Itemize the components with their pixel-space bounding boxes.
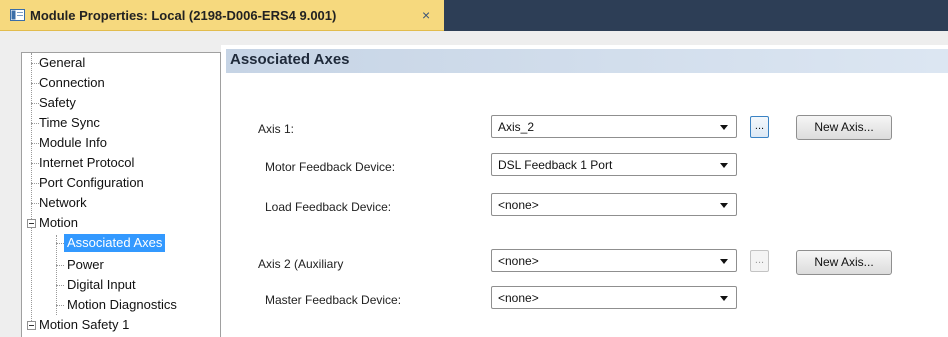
section-title: Associated Axes: [230, 51, 350, 68]
tree-connector: [31, 103, 39, 104]
motor-feedback-label: Motor Feedback Device:: [265, 160, 396, 174]
tree-connector: [31, 123, 39, 124]
chevron-down-icon: [720, 296, 728, 301]
chevron-down-icon: [720, 163, 728, 168]
tree-connector: [56, 305, 64, 306]
tree-connector: [31, 53, 32, 327]
tree-connector: [31, 83, 39, 84]
load-feedback-value: <none>: [498, 198, 539, 212]
axis1-label: Axis 1:: [258, 122, 295, 136]
tree-item-network[interactable]: Network: [39, 194, 87, 212]
tree-item-time-sync[interactable]: Time Sync: [39, 114, 100, 132]
axis2-value: <none>: [498, 254, 539, 268]
motor-feedback-value: DSL Feedback 1 Port: [498, 158, 613, 172]
tree-connector: [31, 143, 39, 144]
tree-item-module-info[interactable]: Module Info: [39, 134, 107, 152]
chevron-down-icon: [720, 259, 728, 264]
document-tab[interactable]: Module Properties: Local (2198-D006-ERS4…: [0, 0, 444, 31]
axis1-dropdown[interactable]: Axis_2: [491, 115, 737, 138]
tree-item-internet-protocol[interactable]: Internet Protocol: [39, 154, 134, 172]
axis2-browse-button[interactable]: ...: [750, 250, 769, 272]
close-icon[interactable]: ×: [422, 7, 430, 23]
tree-item-motion-safety-1[interactable]: Motion Safety 1: [39, 316, 129, 334]
chevron-down-icon: [720, 125, 728, 130]
collapse-icon[interactable]: [27, 321, 36, 330]
module-icon: [10, 9, 25, 21]
category-tree: General Connection Safety Time Sync Modu…: [21, 52, 221, 337]
title-bar: Module Properties: Local (2198-D006-ERS4…: [0, 0, 948, 31]
tree-connector: [56, 235, 57, 315]
master-feedback-dropdown[interactable]: <none>: [491, 286, 737, 309]
tree-connector: [31, 63, 39, 64]
tree-item-motion[interactable]: Motion: [39, 214, 78, 232]
master-feedback-label: Master Feedback Device:: [265, 293, 402, 307]
tree-connector: [31, 163, 39, 164]
tree-connector: [56, 285, 64, 286]
tree-item-connection[interactable]: Connection: [39, 74, 105, 92]
tree-item-general[interactable]: General: [39, 54, 85, 72]
tree-item-motion-diagnostics[interactable]: Motion Diagnostics: [67, 296, 177, 314]
collapse-icon[interactable]: [27, 219, 36, 228]
load-feedback-dropdown[interactable]: <none>: [491, 193, 737, 216]
tree-item-digital-input[interactable]: Digital Input: [67, 276, 136, 294]
tree-connector: [56, 265, 64, 266]
content-panel: Associated Axes Axis 1: Axis_2 ... New A…: [221, 45, 948, 337]
window-title: Module Properties: Local (2198-D006-ERS4…: [30, 8, 337, 23]
section-header: Associated Axes: [226, 49, 948, 73]
motor-feedback-dropdown[interactable]: DSL Feedback 1 Port: [491, 153, 737, 176]
axis2-new-axis-button[interactable]: New Axis...: [796, 250, 892, 275]
master-feedback-value: <none>: [498, 291, 539, 305]
chevron-down-icon: [720, 203, 728, 208]
tree-item-safety[interactable]: Safety: [39, 94, 76, 112]
axis2-dropdown[interactable]: <none>: [491, 249, 737, 272]
tree-item-power[interactable]: Power: [67, 256, 104, 274]
axis1-value: Axis_2: [498, 120, 535, 134]
load-feedback-label: Load Feedback Device:: [265, 200, 392, 214]
tree-connector: [56, 243, 64, 244]
axis1-browse-button[interactable]: ...: [750, 116, 769, 138]
tree-item-port-configuration[interactable]: Port Configuration: [39, 174, 144, 192]
tree-connector: [31, 203, 39, 204]
tree-connector: [31, 183, 39, 184]
axis2-label: Axis 2 (Auxiliary: [258, 257, 344, 271]
tree-item-associated-axes[interactable]: Associated Axes: [64, 234, 166, 252]
axis1-new-axis-button[interactable]: New Axis...: [796, 115, 892, 140]
